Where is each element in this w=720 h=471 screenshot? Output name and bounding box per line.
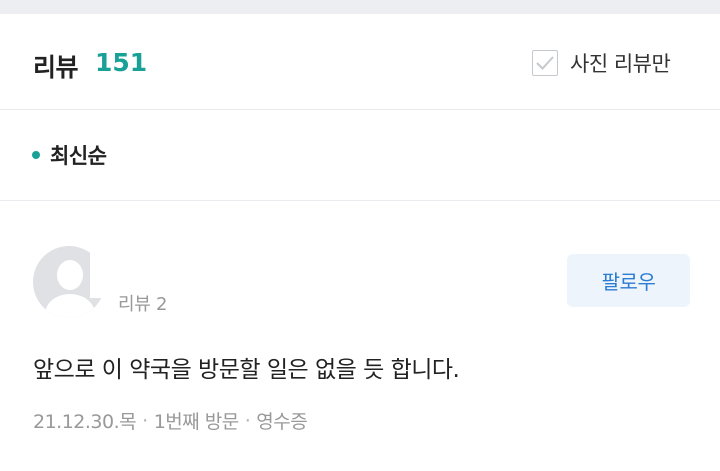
redacted-username-mask xyxy=(90,228,260,298)
review-date: 21.12.30.목 xyxy=(33,411,137,433)
avatar-body-shape xyxy=(45,294,95,318)
review-section-title: 리뷰 xyxy=(33,53,79,82)
visit-count: 1번째 방문 xyxy=(153,411,240,433)
sort-selected-dot-icon xyxy=(32,151,40,159)
receipt-badge: 영수증 xyxy=(256,411,308,433)
sort-bar: 최신순 xyxy=(0,110,720,201)
avatar-head-shape xyxy=(57,260,83,290)
review-item: 리뷰 2 팔로우 앞으로 이 약국을 방문할 일은 없을 듯 합니다. 21.1… xyxy=(0,202,720,471)
sort-option-latest[interactable]: 최신순 xyxy=(50,140,107,170)
check-icon xyxy=(536,56,554,70)
separator-dot: · xyxy=(142,409,148,432)
photo-review-filter[interactable]: 사진 리뷰만 xyxy=(532,48,671,78)
photo-review-filter-label: 사진 리뷰만 xyxy=(570,52,671,76)
review-count: 151 xyxy=(95,48,148,77)
follow-button[interactable]: 팔로우 xyxy=(567,254,690,307)
user-review-count: 리뷰 2 xyxy=(118,294,168,315)
separator-dot: · xyxy=(244,409,251,432)
review-info: 21.12.30.목 · 1번째 방문 · 영수증 xyxy=(33,407,308,434)
top-divider-strip xyxy=(0,0,720,14)
photo-review-checkbox[interactable] xyxy=(532,50,558,76)
review-text: 앞으로 이 약국을 방문할 일은 없을 듯 합니다. xyxy=(33,357,460,383)
review-header: 리뷰 151 사진 리뷰만 xyxy=(0,14,720,110)
